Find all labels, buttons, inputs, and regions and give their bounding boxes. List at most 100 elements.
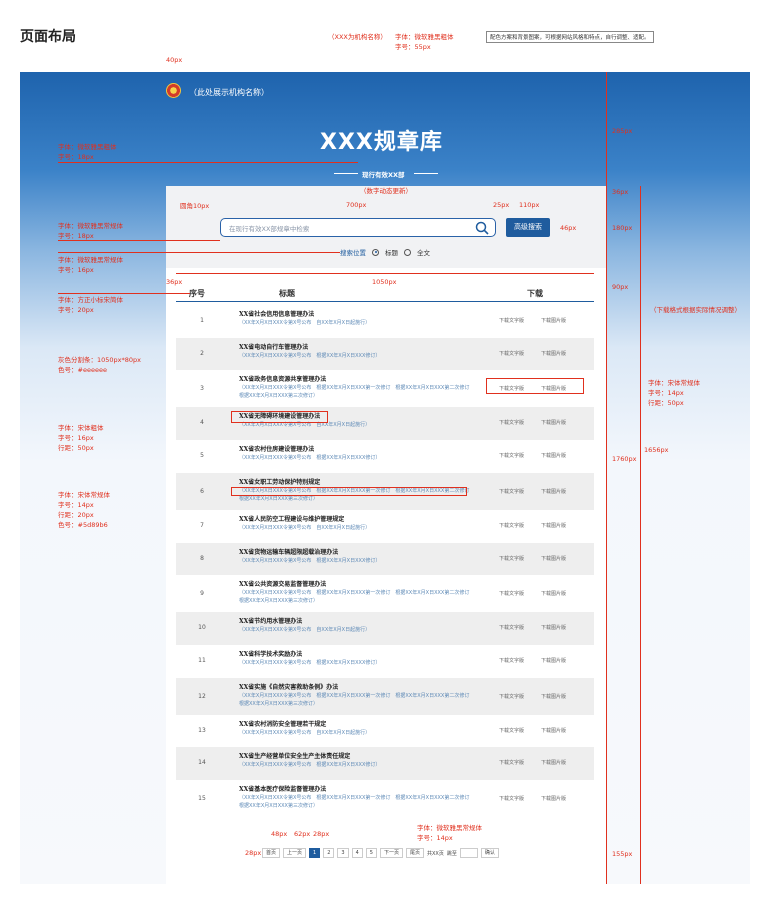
- row-title[interactable]: XX省科学技术奖励办法: [239, 649, 302, 658]
- table-row: 14 XX省生产经营单位安全生产主体责任规定 （XX年X月X日XXX令第X号公布 根…: [176, 747, 594, 780]
- emblem-icon: [166, 83, 181, 98]
- dynamic-note: （数字动态更新）: [360, 187, 412, 195]
- table-row: 5 XX省农村住房建设管理办法 （XX年X月X日XXX令第X号公布 根据XX年X月X…: [176, 440, 594, 473]
- row-title[interactable]: XX省人民防空工程建设与维护管理规定: [239, 514, 344, 523]
- table-row: 12 XX省实施《自然灾害救助条例》办法 （XX年X月X日XXX令第X号公布 根据X…: [176, 677, 594, 715]
- subtitle-divider-right: [414, 173, 438, 174]
- radio-title-label: 标题: [385, 249, 398, 257]
- subtitle-divider-left: [334, 173, 358, 174]
- search-placeholder: 在现行有效XX部规章中检索: [229, 225, 310, 233]
- download-text-link[interactable]: 下载文字版: [499, 555, 524, 562]
- advanced-search-button[interactable]: 高级搜索: [506, 218, 550, 237]
- px-36-note: 36px: [612, 188, 629, 196]
- download-text-link[interactable]: 下载文字版: [499, 452, 524, 459]
- download-text-link[interactable]: 下载文字版: [499, 590, 524, 597]
- row-title[interactable]: XX省货物运输车辆超限超载治理办法: [239, 547, 338, 556]
- download-format-note: （下载格式根据实际情况调整）: [650, 306, 741, 314]
- row-meta: （XX年X月X日XXX令第X号公布 自XX年X月X日起施行）: [239, 320, 371, 326]
- download-text-link[interactable]: 下载文字版: [499, 727, 524, 734]
- page-1[interactable]: 1: [309, 848, 321, 858]
- row-number: 15: [198, 795, 206, 802]
- download-image-link[interactable]: 下载图片版: [541, 522, 566, 529]
- page-5[interactable]: 5: [365, 848, 377, 858]
- download-image-link[interactable]: 下载图片版: [541, 317, 566, 324]
- row-meta: （XX年X月X日XXX令第X号公布 根据XX年X月X日XXX修订）: [239, 762, 381, 769]
- col-number: 序号: [189, 288, 205, 298]
- row-title[interactable]: XX省节约用水管理办法: [239, 616, 302, 625]
- page-2[interactable]: 2: [323, 848, 335, 858]
- row-title[interactable]: XX省女职工劳动保护特别规定: [239, 477, 320, 486]
- row-meta: （XX年X月X日XXX令第X号公布 根据XX年X月X日XXX第一次修订 根据XX…: [239, 795, 475, 809]
- download-image-link[interactable]: 下载图片版: [541, 590, 566, 597]
- download-image-link[interactable]: 下载图片版: [541, 693, 566, 700]
- row-meta: （XX年X月X日XXX令第X号公布 根据XX年X月X日XXX修订）: [239, 557, 381, 564]
- download-text-link[interactable]: 下载文字版: [499, 657, 524, 664]
- row-title[interactable]: XX省电动自行车管理办法: [239, 342, 308, 351]
- pager-font-note: 字体：微软雅黑常规体 字号：14px: [417, 824, 482, 842]
- search-scope: 搜索位置 标题 全文: [340, 247, 430, 257]
- download-image-link[interactable]: 下载图片版: [541, 624, 566, 631]
- download-text-link[interactable]: 下载文字版: [499, 522, 524, 529]
- page-4[interactable]: 4: [351, 848, 363, 858]
- download-image-link[interactable]: 下载图片版: [541, 795, 566, 802]
- download-text-link[interactable]: 下载文字版: [499, 488, 524, 495]
- page-first[interactable]: 首页: [262, 848, 281, 858]
- px-1760-note: 1760px: [612, 455, 637, 463]
- px-1656-note: 1656px: [644, 446, 669, 454]
- download-text-link[interactable]: 下载文字版: [499, 624, 524, 631]
- download-text-link[interactable]: 下载文字版: [499, 693, 524, 700]
- page-prev[interactable]: 上一页: [283, 848, 307, 858]
- download-text-link[interactable]: 下载文字版: [499, 419, 524, 426]
- download-image-link[interactable]: 下载图片版: [541, 555, 566, 562]
- row-title[interactable]: XX省农村住房建设管理办法: [239, 444, 314, 453]
- table-row: 1 XX省社会信用信息管理办法 （XX年X月X日XXX令第X号公布 自XX年X月X日…: [176, 305, 594, 338]
- row-title[interactable]: XX省生产经营单位安全生产主体责任规定: [239, 751, 350, 760]
- row-title[interactable]: XX省农村消防安全管理若干规定: [239, 719, 326, 728]
- search-icon[interactable]: [475, 221, 489, 235]
- px-25-note: 25px: [493, 201, 510, 209]
- download-image-link[interactable]: 下载图片版: [541, 759, 566, 766]
- download-image-link[interactable]: 下载图片版: [541, 452, 566, 459]
- table-row: 7 XX省人民防空工程建设与维护管理规定 （XX年X月X日XXX令第X号公布 自XX…: [176, 510, 594, 543]
- row-title[interactable]: XX省社会信用信息管理办法: [239, 309, 314, 318]
- download-text-link[interactable]: 下载文字版: [499, 317, 524, 324]
- download-image-link[interactable]: 下载图片版: [541, 488, 566, 495]
- org-name: （此处展示机构名称）: [189, 88, 269, 97]
- library-title: XXX规章库: [320, 130, 443, 155]
- row-meta: （XX年X月X日XXX令第X号公布 根据XX年X月X日XXX修订）: [239, 455, 381, 462]
- page-next[interactable]: 下一页: [379, 848, 403, 858]
- annotation-line: [58, 293, 190, 294]
- radio-fulltext-label: 全文: [417, 249, 430, 257]
- title-highlight: [231, 411, 328, 423]
- row-number: 9: [200, 590, 204, 598]
- download-image-link[interactable]: 下载图片版: [541, 350, 566, 357]
- download-text-link[interactable]: 下载文字版: [499, 795, 524, 802]
- row-number: 13: [198, 726, 206, 734]
- page-confirm-button[interactable]: 确认: [480, 848, 499, 858]
- row-number: 11: [198, 656, 206, 664]
- row-number: 12: [198, 692, 206, 700]
- row-meta: （XX年X月X日XXX令第X号公布 根据XX年X月X日XXX第一次修订 根据XX…: [239, 590, 475, 605]
- page-last[interactable]: 尾页: [405, 848, 424, 858]
- download-text-link[interactable]: 下载文字版: [499, 350, 524, 357]
- radio-fulltext[interactable]: [404, 248, 411, 256]
- row-title[interactable]: XX省基本医疗保险监督管理办法: [239, 784, 326, 793]
- row-title[interactable]: XX省实施《自然灾害救助条例》办法: [239, 682, 338, 691]
- meta-highlight: [231, 487, 467, 496]
- row-title[interactable]: XX省公共资源交易监督管理办法: [239, 579, 326, 588]
- download-image-link[interactable]: 下载图片版: [541, 657, 566, 664]
- download-image-link[interactable]: 下载图片版: [541, 727, 566, 734]
- download-image-link[interactable]: 下载图片版: [541, 419, 566, 426]
- download-text-link[interactable]: 下载文字版: [499, 759, 524, 766]
- row-meta: （XX年X月X日XXX令第X号公布 自XX年X月X日起施行）: [239, 627, 371, 634]
- radio-title[interactable]: [372, 248, 379, 256]
- color-note: 配色方案和背景图案，可根据网站风格和特点，自行调整、适配。: [486, 31, 654, 43]
- row-title[interactable]: XX省政务信息资源共享管理办法: [239, 374, 326, 383]
- page-jump-input[interactable]: [459, 848, 478, 858]
- annotation-line: [58, 162, 358, 163]
- page-3[interactable]: 3: [337, 848, 349, 858]
- table-row: 15 XX省基本医疗保险监督管理办法 （XX年X月X日XXX令第X号公布 根据XX年…: [176, 780, 594, 817]
- search-input[interactable]: 在现行有效XX部规章中检索: [220, 218, 496, 237]
- px-40-note: 40px: [166, 56, 183, 64]
- header-font-note: 字体：方正小标宋简体 字号：20px: [58, 296, 123, 314]
